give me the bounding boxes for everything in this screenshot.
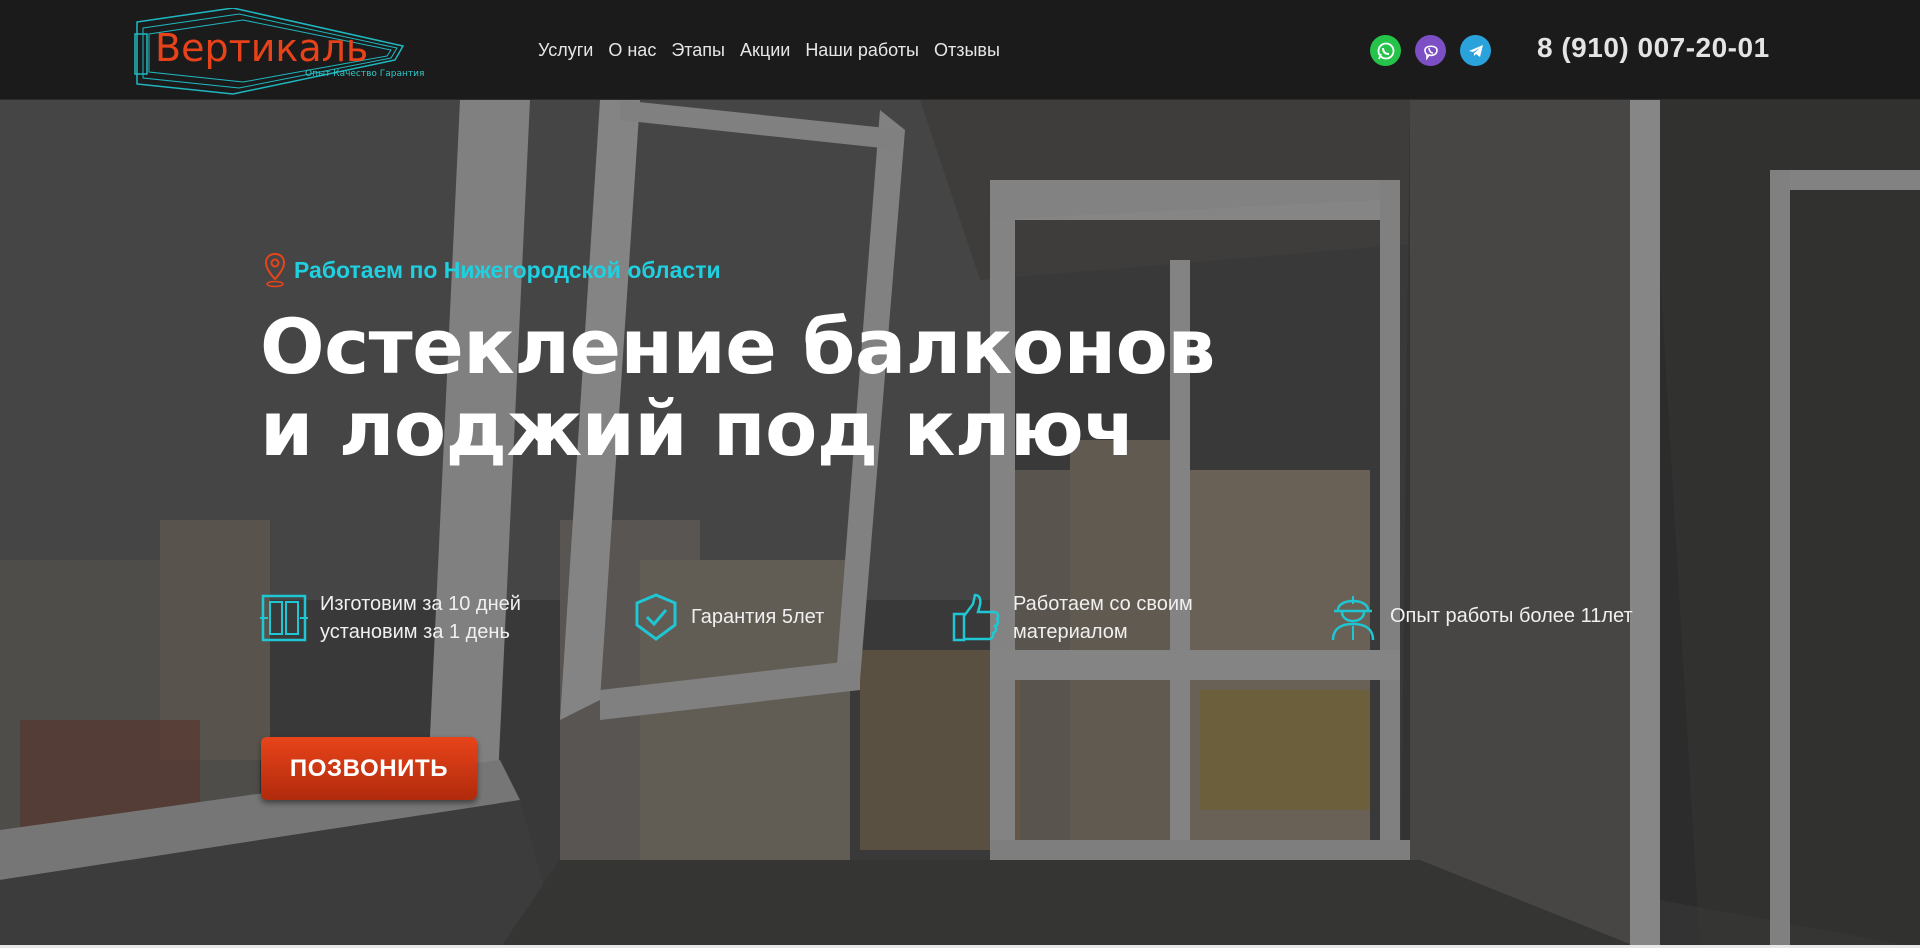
feature-text-line-2: установим за 1 день bbox=[320, 621, 510, 643]
nav-item-stages[interactable]: Этапы bbox=[671, 40, 725, 61]
messenger-links bbox=[1370, 35, 1491, 66]
nav-item-promotions[interactable]: Акции bbox=[740, 40, 790, 61]
logo-text: Вертикаль bbox=[155, 26, 369, 70]
nav-item-services[interactable]: Услуги bbox=[538, 40, 593, 61]
feature-text-line-2: материалом bbox=[1013, 621, 1128, 643]
site-header: Вертикаль Опыт Качество Гарантия Услуги … bbox=[0, 0, 1920, 99]
nav-item-portfolio[interactable]: Наши работы bbox=[805, 40, 919, 61]
feature-text-line-1: Гарантия 5лет bbox=[691, 606, 825, 628]
feature-item: Работаем со своим материалом bbox=[951, 590, 1193, 646]
hero-title-line-1: Остекление балконов bbox=[260, 302, 1215, 391]
whatsapp-icon[interactable] bbox=[1370, 35, 1401, 66]
location-pin-icon bbox=[264, 252, 286, 288]
feature-text-line-1: Изготовим за 10 дней bbox=[320, 593, 521, 615]
call-button-label: ПОЗВОНИТЬ bbox=[289, 754, 449, 782]
logo-tagline: Опыт Качество Гарантия bbox=[305, 69, 425, 79]
nav-item-reviews[interactable]: Отзывы bbox=[934, 40, 1000, 61]
header-phone[interactable]: 8 (910) 007-20-01 bbox=[1537, 32, 1770, 64]
hero-title-line-2: и лоджий под ключ bbox=[260, 384, 1135, 473]
call-button[interactable]: ПОЗВОНИТЬ bbox=[261, 737, 477, 800]
window-frame-icon bbox=[260, 594, 308, 642]
hero-title: Остекление балконов и лоджий под ключ bbox=[260, 306, 1215, 470]
feature-item: Гарантия 5лет bbox=[633, 592, 824, 642]
thumbs-up-icon bbox=[952, 593, 1000, 642]
viber-icon[interactable] bbox=[1415, 35, 1446, 66]
feature-item: Изготовим за 10 дней установим за 1 день bbox=[260, 590, 521, 646]
feature-text-line-1: Опыт работы более 11лет bbox=[1390, 605, 1633, 627]
shield-check-icon bbox=[635, 593, 677, 641]
logo[interactable]: Вертикаль Опыт Качество Гарантия bbox=[133, 8, 429, 96]
feature-item: Опыт работы более 11лет bbox=[1328, 590, 1633, 642]
service-area: Работаем по Нижегородской области bbox=[264, 252, 721, 288]
telegram-icon[interactable] bbox=[1460, 35, 1491, 66]
feature-list: Изготовим за 10 дней установим за 1 день… bbox=[0, 590, 1920, 650]
dark-overlay bbox=[0, 0, 1920, 948]
feature-text-line-1: Работаем со своим bbox=[1013, 593, 1193, 615]
service-area-text: Работаем по Нижегородской области bbox=[294, 256, 721, 283]
nav-item-about[interactable]: О нас bbox=[608, 40, 656, 61]
main-nav: Услуги О нас Этапы Акции Наши работы Отз… bbox=[538, 40, 1000, 61]
worker-icon bbox=[1331, 596, 1375, 641]
